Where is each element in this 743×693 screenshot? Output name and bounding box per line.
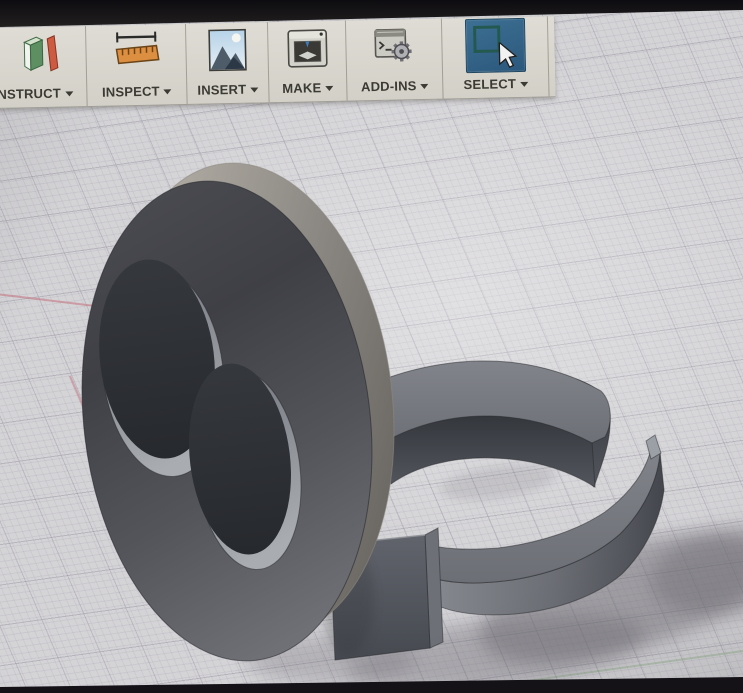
toolbar-group-select[interactable]: SELECT xyxy=(442,16,550,98)
dropdown-arrow-icon xyxy=(325,85,333,90)
construct-label: NSTRUCT xyxy=(0,85,61,101)
screen-photo: NSTRUCT INSPECT xyxy=(0,0,743,693)
toolbar-group-construct[interactable]: NSTRUCT xyxy=(0,26,88,108)
toolbar-group-inspect[interactable]: INSPECT xyxy=(86,24,188,106)
insert-label: INSERT xyxy=(197,81,246,97)
select-cursor-icon[interactable] xyxy=(464,18,525,73)
measure-ruler-icon xyxy=(111,25,160,80)
toolbar-group-insert[interactable]: INSERT xyxy=(186,22,270,104)
dropdown-arrow-icon xyxy=(520,81,528,86)
printer-3d-icon xyxy=(282,21,331,76)
main-toolbar: NSTRUCT INSPECT xyxy=(0,16,556,109)
add-ins-label: ADD-INS xyxy=(361,78,417,94)
scripts-gear-icon xyxy=(369,19,418,74)
cursor-arrow-icon xyxy=(497,42,518,68)
make-label: MAKE xyxy=(282,80,321,96)
construct-planes-icon xyxy=(15,27,64,82)
dropdown-arrow-icon xyxy=(164,89,172,94)
insert-image-icon xyxy=(202,23,251,78)
inspect-label: INSPECT xyxy=(102,83,160,99)
dropdown-arrow-icon xyxy=(421,83,429,88)
dropdown-arrow-icon xyxy=(65,91,73,96)
toolbar-group-add-ins[interactable]: ADD-INS xyxy=(346,19,444,101)
select-label: SELECT xyxy=(463,76,516,92)
toolbar-group-make[interactable]: MAKE xyxy=(268,21,348,103)
dropdown-arrow-icon xyxy=(250,87,258,92)
selection-rectangle-icon xyxy=(473,25,501,53)
